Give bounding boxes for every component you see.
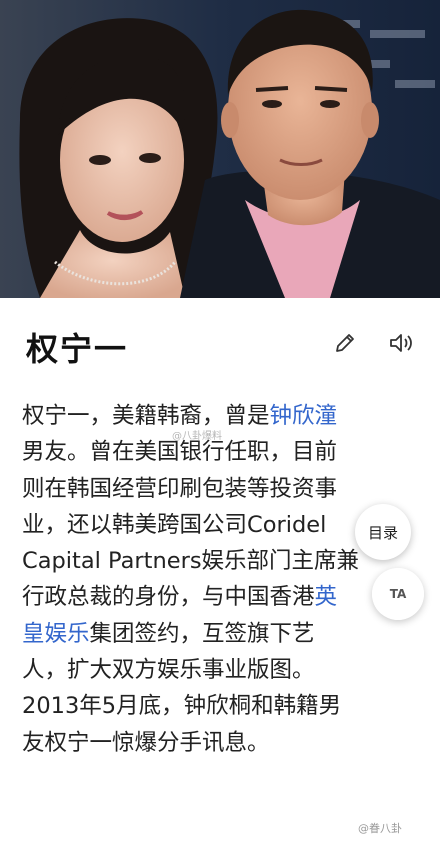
page: 权宁一 权宁一，美籍韩裔，曾是钟欣潼男友。曾在美国银行任职，目前 则在韩国经营印刷…: [0, 0, 440, 845]
speaker-icon: [390, 334, 412, 352]
article-line: 人，扩大双方娱乐事业版图。: [22, 652, 422, 688]
article-line: 权宁一，美籍韩裔，曾是钟欣潼: [22, 398, 422, 434]
edit-button[interactable]: [330, 328, 360, 358]
article-text: 人，扩大双方娱乐事业版图。: [22, 657, 315, 684]
article-link[interactable]: 钟欣潼: [270, 403, 338, 429]
article-line: 则在韩国经营印刷包装等投资事: [22, 471, 422, 507]
watermark-middle: @八卦爆料: [172, 431, 222, 442]
article-text: 友权宁一惊爆分手讯息。: [22, 729, 270, 756]
article-text: 男友。曾在美国银行任职，目前: [22, 439, 338, 466]
article-link[interactable]: 英: [315, 584, 338, 610]
article-link[interactable]: 皇娱乐: [22, 621, 90, 647]
speaker-button[interactable]: [386, 328, 416, 358]
article-text: 集团签约，互签旗下艺: [89, 620, 315, 647]
pencil-icon: [336, 334, 354, 352]
article-text: 2013年5月底，钟欣桐和韩籍男: [22, 693, 342, 720]
article-text: 则在韩国经营印刷包装等投资事: [22, 475, 338, 502]
toc-button[interactable]: 目录: [355, 504, 411, 560]
article-body: 权宁一，美籍韩裔，曾是钟欣潼男友。曾在美国银行任职，目前 则在韩国经营印刷包装等投…: [22, 398, 422, 761]
article-line: 男友。曾在美国银行任职，目前: [22, 434, 422, 470]
article-line: 2013年5月底，钟欣桐和韩籍男: [22, 688, 422, 724]
article-text: 行政总裁的身份，与中国香港: [22, 584, 315, 611]
article-text: 业，还以韩美跨国公司Coridel: [22, 511, 327, 538]
page-title: 权宁一: [26, 330, 129, 368]
article-text: Capital Partners娱乐部门主席兼: [22, 548, 360, 575]
article-line: 皇娱乐集团签约，互签旗下艺: [22, 616, 422, 652]
floating-ta-button[interactable]: TA: [372, 568, 424, 620]
article-line: 友权宁一惊爆分手讯息。: [22, 725, 422, 761]
article-line: 行政总裁的身份，与中国香港英: [22, 579, 422, 615]
header-photo: [0, 0, 440, 298]
title-bar: 权宁一: [0, 298, 440, 384]
watermark-bottom: @眷八卦: [358, 822, 402, 835]
article-text: 权宁一，美籍韩裔，曾是: [22, 403, 270, 429]
